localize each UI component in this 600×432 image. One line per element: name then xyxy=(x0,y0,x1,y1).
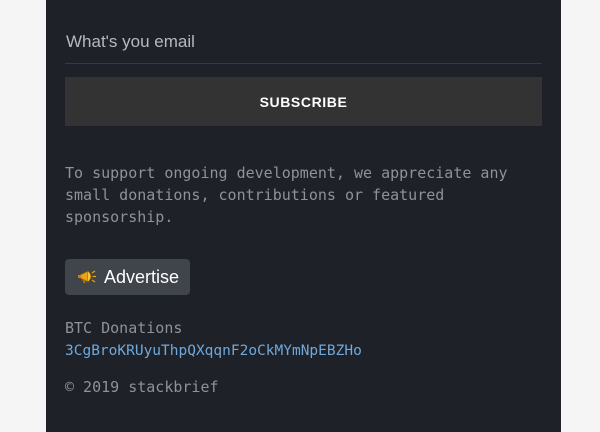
support-message: To support ongoing development, we appre… xyxy=(65,164,508,226)
advertise-label: Advertise xyxy=(104,266,180,287)
btc-address-link[interactable]: 3CgBroKRUyuThpQXqqnF2oCkMYmNpEBZHo xyxy=(65,341,362,361)
footer-panel: SUBSCRIBE To support ongoing development… xyxy=(46,0,561,432)
btc-donations-label: BTC Donations xyxy=(65,319,183,337)
subscribe-button[interactable]: SUBSCRIBE xyxy=(65,77,542,126)
advertise-button[interactable]: Advertise xyxy=(65,259,191,295)
email-input[interactable] xyxy=(65,20,542,64)
megaphone-icon xyxy=(77,267,97,287)
copyright-text: © 2019 stackbrief xyxy=(65,378,219,396)
